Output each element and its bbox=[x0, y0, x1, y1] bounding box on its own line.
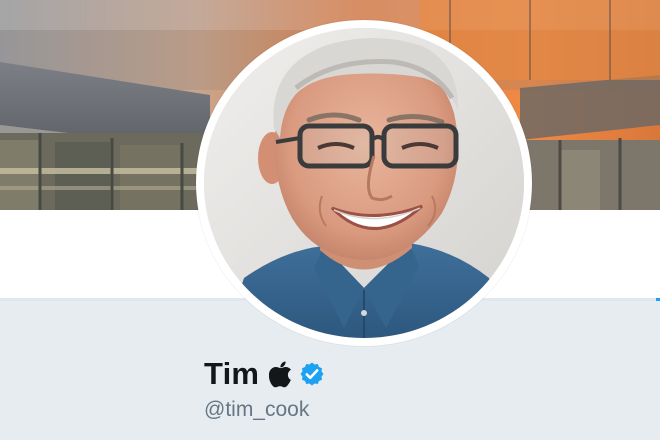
profile-name-row: Tim bbox=[204, 354, 325, 394]
display-name[interactable]: Tim bbox=[204, 356, 259, 392]
avatar[interactable] bbox=[204, 28, 524, 338]
profile-handle[interactable]: @tim_cook bbox=[204, 398, 309, 422]
profile-header: Tim @tim_cook bbox=[0, 0, 660, 440]
verified-badge-icon bbox=[299, 361, 325, 387]
apple-logo-icon bbox=[269, 360, 293, 388]
